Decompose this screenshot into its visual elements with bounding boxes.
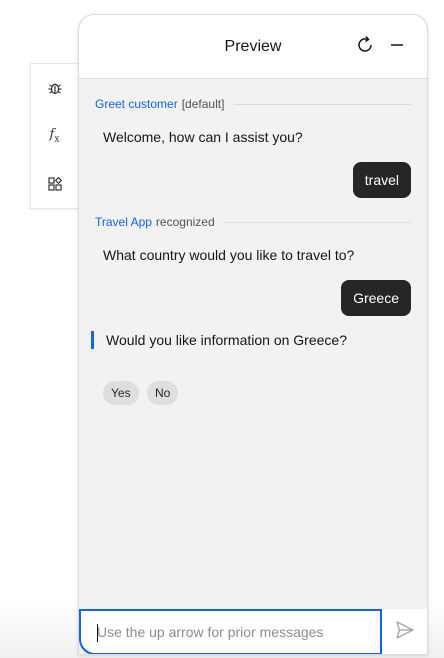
widgets-button[interactable] — [31, 164, 78, 204]
send-icon — [395, 620, 415, 645]
panel-header: Preview — [79, 15, 427, 79]
minimize-icon — [389, 37, 405, 58]
page: fx Preview Greet customer [default] Welc… — [0, 0, 444, 658]
option-chip-no[interactable]: No — [147, 381, 179, 405]
step-divider-travel-app: Travel App recognized — [95, 212, 411, 232]
user-message: travel — [352, 162, 411, 198]
step-tag: [default] — [181, 97, 225, 111]
bot-message: What country would you like to travel to… — [103, 247, 355, 263]
bug-icon — [47, 80, 63, 96]
step-link-travel-app[interactable]: Travel App — [95, 215, 152, 229]
user-message: Greece — [341, 280, 411, 316]
bot-message: Welcome, how can I assist you? — [103, 129, 303, 145]
bot-option-message: Would you like information on Greece? — [91, 331, 347, 349]
option-chip-yes[interactable]: Yes — [103, 381, 139, 405]
function-icon: fx — [49, 127, 60, 145]
step-divider-greet: Greet customer [default] — [95, 94, 411, 114]
widgets-icon — [47, 177, 62, 191]
debug-button[interactable] — [31, 68, 78, 108]
divider-line — [234, 103, 411, 105]
minimize-button[interactable] — [385, 35, 409, 59]
refresh-icon — [355, 35, 375, 60]
divider-line — [224, 221, 411, 223]
message-input-wrapper — [79, 609, 382, 654]
text-cursor — [97, 624, 98, 642]
preview-panel: Preview Greet customer [default] Welcome… — [78, 14, 428, 655]
function-button[interactable]: fx — [31, 116, 78, 156]
send-button[interactable] — [382, 609, 427, 654]
step-tag: recognized — [155, 215, 215, 229]
step-link-greet-customer[interactable]: Greet customer — [95, 97, 178, 111]
refresh-button[interactable] — [353, 35, 377, 59]
message-input[interactable] — [81, 611, 380, 653]
side-toolbar: fx — [30, 63, 78, 209]
